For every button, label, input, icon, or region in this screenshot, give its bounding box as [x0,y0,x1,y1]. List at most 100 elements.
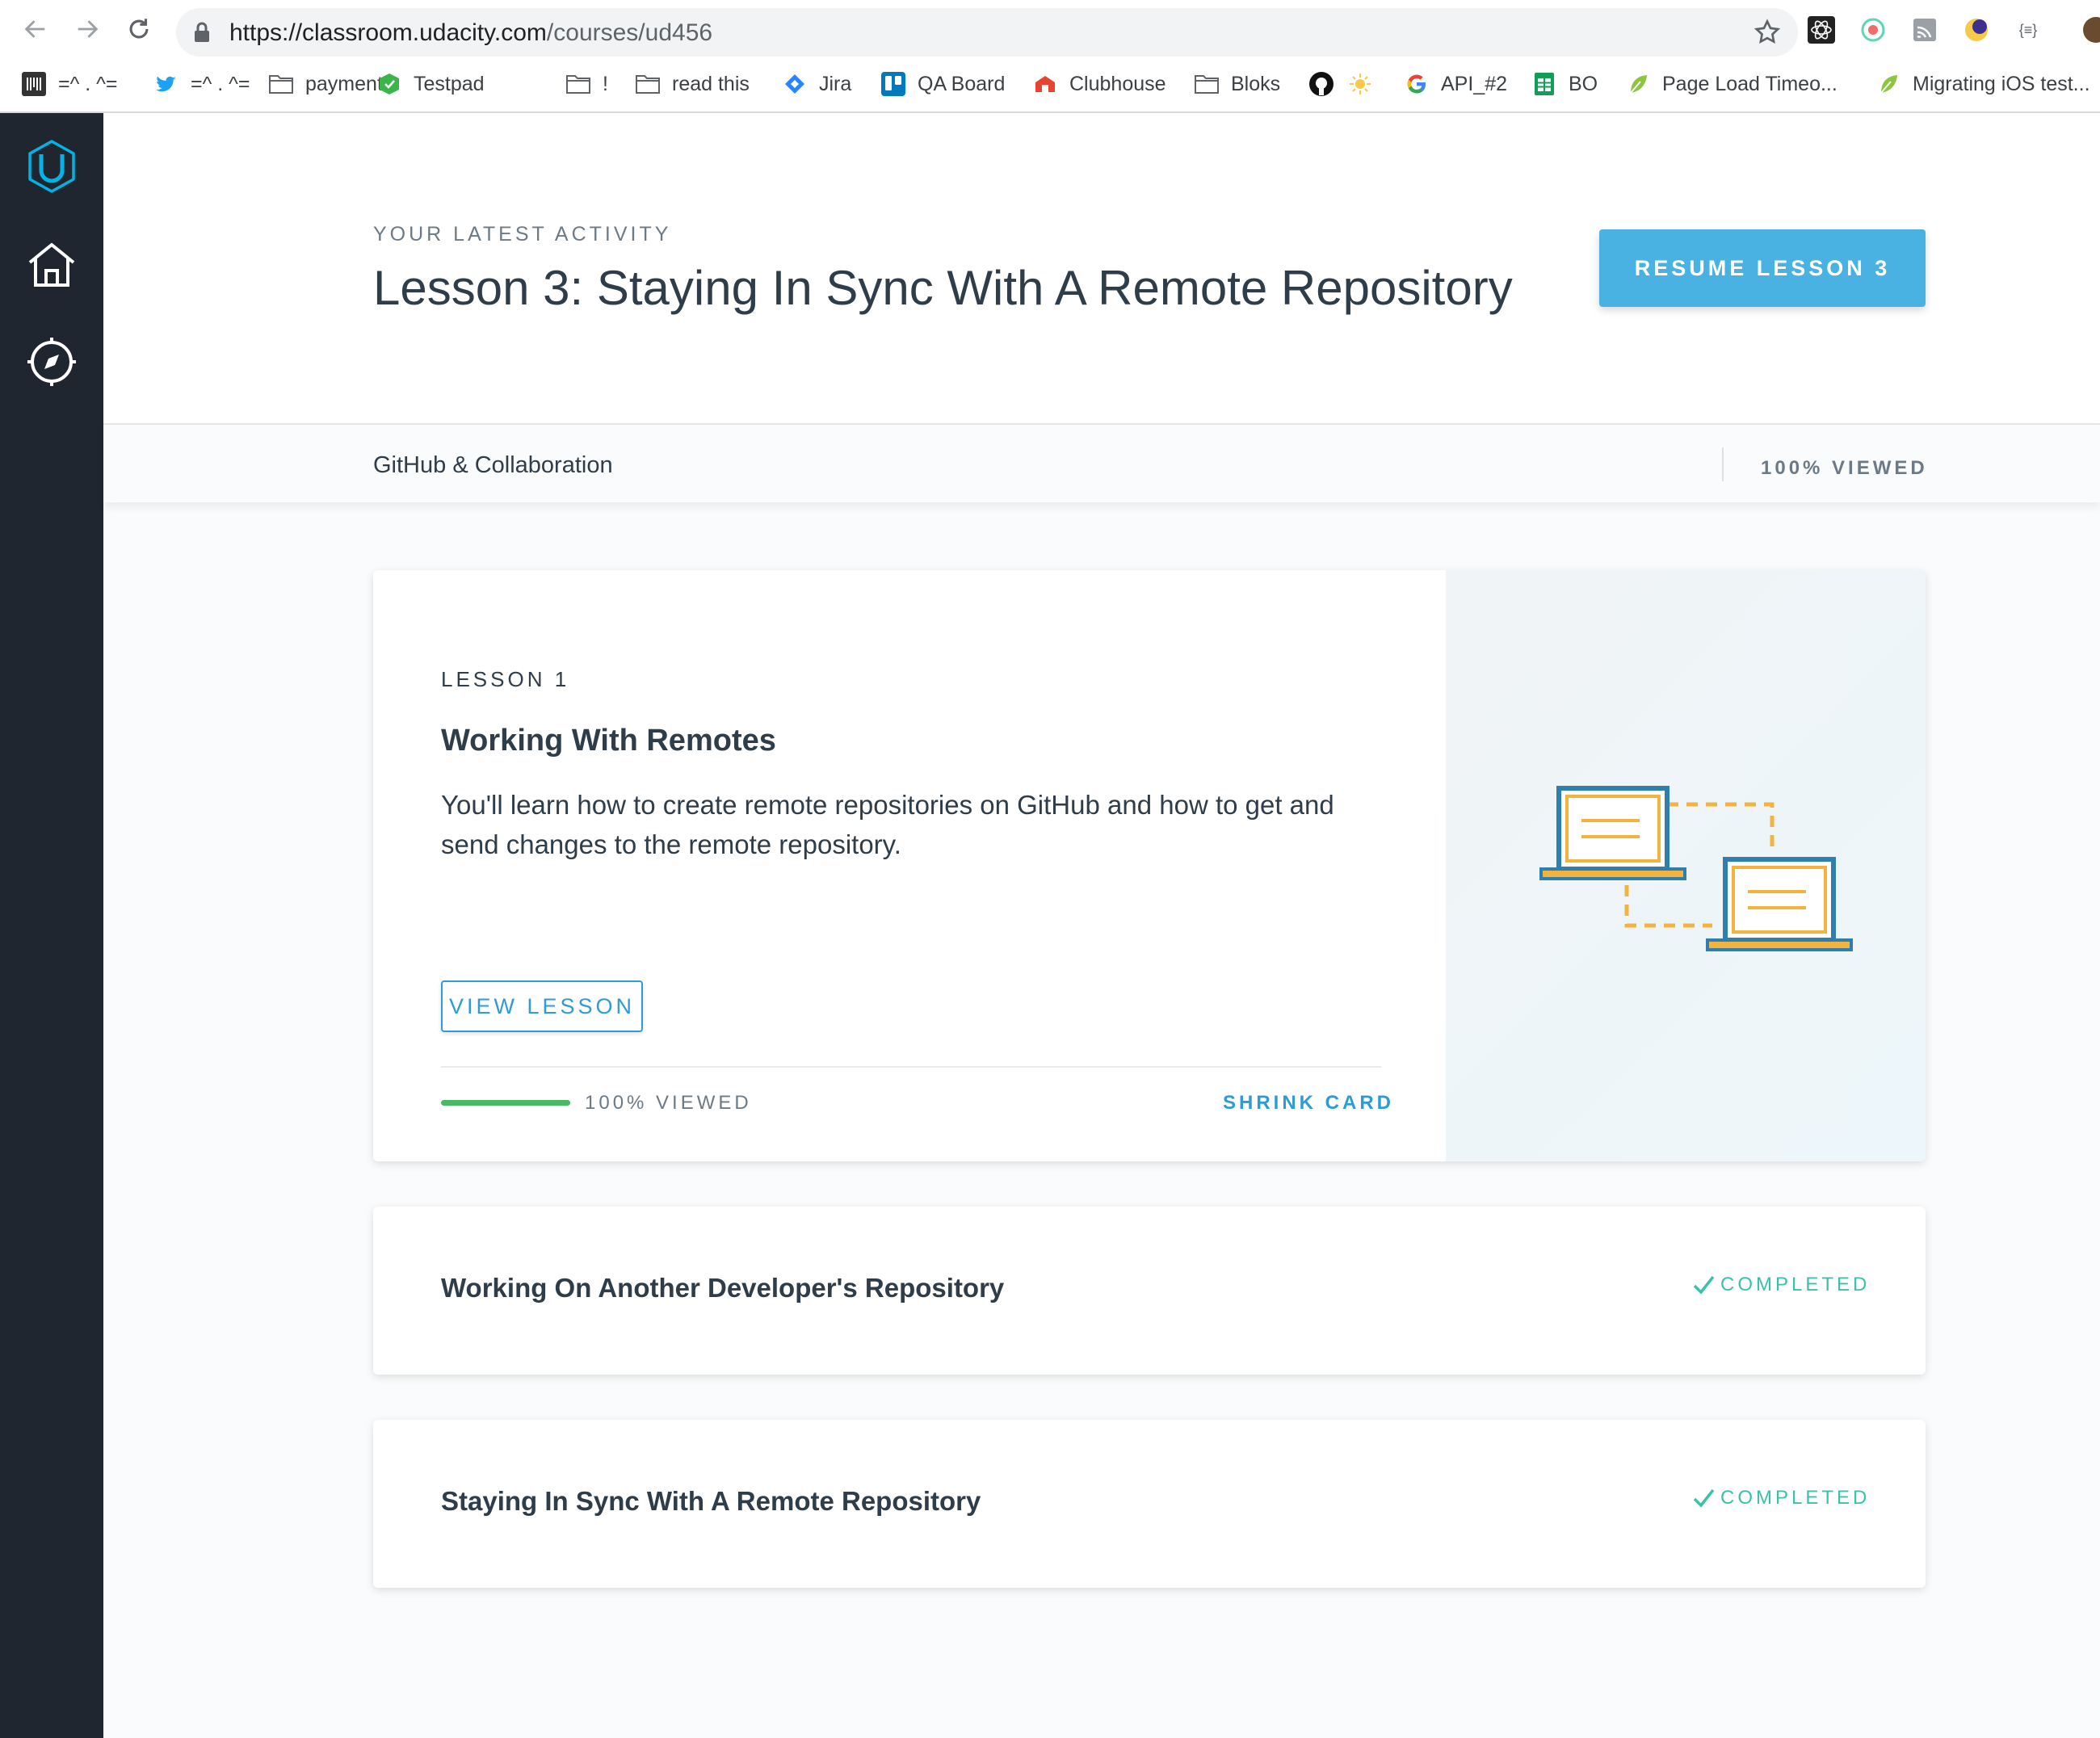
bookmark-item[interactable]: API_#2 [1404,66,1507,102]
reload-button[interactable] [121,11,157,47]
extension-react-icon[interactable] [1806,15,1837,45]
divider [441,1066,1381,1068]
barcode-icon [21,71,47,97]
laptops-sync-illustration [1539,786,1853,951]
checkmark-icon [1693,1488,1715,1508]
bookmark-item[interactable]: read this [635,66,750,102]
folder-icon [1194,71,1220,97]
bookmark-label: Bloks [1231,72,1281,95]
divider [1722,447,1724,481]
bookmark-item[interactable]: =^ . ^= [21,66,118,102]
bookmark-item[interactable]: =^ . ^= [153,66,250,102]
testpad-icon [376,71,402,97]
back-button[interactable] [18,11,53,47]
leaf-icon [1625,71,1651,97]
explore-nav[interactable] [23,333,81,391]
lesson-number-label: LESSON 1 [441,667,570,691]
course-bar: GitHub & Collaboration 100% VIEWED [103,423,2100,502]
lock-icon [195,22,209,42]
bookmark-item[interactable]: BO [1531,66,1598,102]
home-nav[interactable] [23,236,81,294]
bookmark-label: read this [672,72,750,95]
github-icon [1308,71,1334,97]
browser-chrome: https://classroom.udacity.com/courses/ud… [0,0,2100,113]
bookmark-label: Page Load Timeo... [1662,72,1838,95]
arrow-left-icon [24,20,45,38]
compass-icon [27,338,76,386]
course-progress-label: 100% VIEWED [1761,457,1928,479]
completed-badge: COMPLETED [1691,1486,1870,1510]
profile-avatar[interactable] [2081,15,2100,45]
lesson-description: You'll learn how to create remote reposi… [441,790,1334,859]
lesson-card[interactable]: Staying In Sync With A Remote Repository… [373,1420,1926,1588]
resume-lesson-button[interactable]: RESUME LESSON 3 [1599,229,1926,307]
reload-icon [129,19,149,39]
folder-icon [268,71,294,97]
bookmark-label: API_#2 [1441,72,1508,95]
bookmark-item[interactable]: Page Load Timeo... [1625,66,1838,102]
bookmarks-bar: =^ . ^= =^ . ^= payments Testpad! read this J… [0,66,2100,102]
shrink-card-link[interactable]: SHRINK CARD [1223,1092,1394,1115]
bookmark-label: ! [603,72,608,95]
latest-activity-label: YOUR LATEST ACTIVITY [373,223,672,246]
sheets-icon [1531,71,1557,97]
jira-icon [782,71,808,97]
bookmark-label: Jira [819,72,852,95]
bookmark-star-icon[interactable] [1753,18,1782,47]
address-bar[interactable]: https://classroom.udacity.com/courses/ud… [176,8,1798,57]
trello-icon [880,71,906,97]
lesson-card-expanded: LESSON 1 Working With Remotes You'll lea… [373,570,1926,1161]
completed-label: COMPLETED [1720,1274,1871,1295]
lesson-card[interactable]: Working On Another Developer's Repositor… [373,1207,1926,1375]
bookmark-item[interactable]: Jira [782,66,851,102]
course-name: GitHub & Collaboration [373,452,613,478]
browser-toolbar: https://classroom.udacity.com/courses/ud… [0,0,2100,58]
extension-json-icon[interactable]: {≡} [2013,15,2043,45]
bookmark-item[interactable] [1308,66,1346,102]
bookmark-label: =^ . ^= [191,72,250,95]
completed-label: COMPLETED [1720,1487,1871,1509]
arrow-right-icon [78,20,99,38]
bookmark-label: Testpad [414,72,485,95]
udacity-logo[interactable] [23,137,81,195]
extension-target-icon[interactable] [1858,15,1888,45]
forward-button[interactable] [69,11,105,47]
bookmark-item[interactable]: Migrating iOS test... [1875,66,2090,102]
twitter-icon [153,71,179,97]
sidebar [0,113,103,1738]
url-path: /courses/ud456 [546,19,713,46]
bookmark-item[interactable] [1347,66,1384,102]
lesson-title: Working On Another Developer's Repositor… [441,1273,1005,1303]
sun-icon [1347,71,1373,97]
lesson-progress-label: 100% VIEWED [585,1092,752,1114]
completed-badge: COMPLETED [1691,1273,1870,1297]
bookmark-label: Clubhouse [1069,72,1166,95]
lesson-progress-fill [441,1100,570,1106]
folder-icon [635,71,661,97]
lesson-illustration-panel [1446,570,1926,1161]
home-icon [28,243,75,287]
latest-activity-header: YOUR LATEST ACTIVITY Lesson 3: Staying I… [103,113,2100,423]
bookmark-item[interactable]: Clubhouse [1032,66,1166,102]
extension-cast-icon[interactable] [1909,15,1940,45]
bookmark-item[interactable]: QA Board [880,66,1005,102]
folder-icon [565,71,591,97]
lesson-title: Staying In Sync With A Remote Repository [441,1486,981,1516]
bookmark-item[interactable]: ! [565,66,608,102]
clubhouse-icon [1032,71,1058,97]
view-lesson-button[interactable]: VIEW LESSON [441,980,643,1032]
leaf-icon [1875,71,1901,97]
url-host: https://classroom.udacity.com [229,19,547,46]
lesson-progress-bar [441,1100,570,1106]
udacity-logo-icon [28,140,75,193]
bookmark-label: Migrating iOS test... [1913,72,2090,95]
bookmark-item[interactable]: payments [268,66,393,102]
bookmark-item[interactable]: Bloks [1194,66,1280,102]
extension-moon-icon[interactable] [1961,15,1992,45]
latest-lesson-title: Lesson 3: Staying In Sync With A Remote … [373,261,1513,315]
checkmark-icon [1693,1275,1715,1295]
bookmark-label: QA Board [918,72,1006,95]
url-text: https://classroom.udacity.com/courses/ud… [229,19,712,47]
bookmark-item[interactable]: Testpad [376,66,485,102]
bookmark-label: BO [1569,72,1598,95]
